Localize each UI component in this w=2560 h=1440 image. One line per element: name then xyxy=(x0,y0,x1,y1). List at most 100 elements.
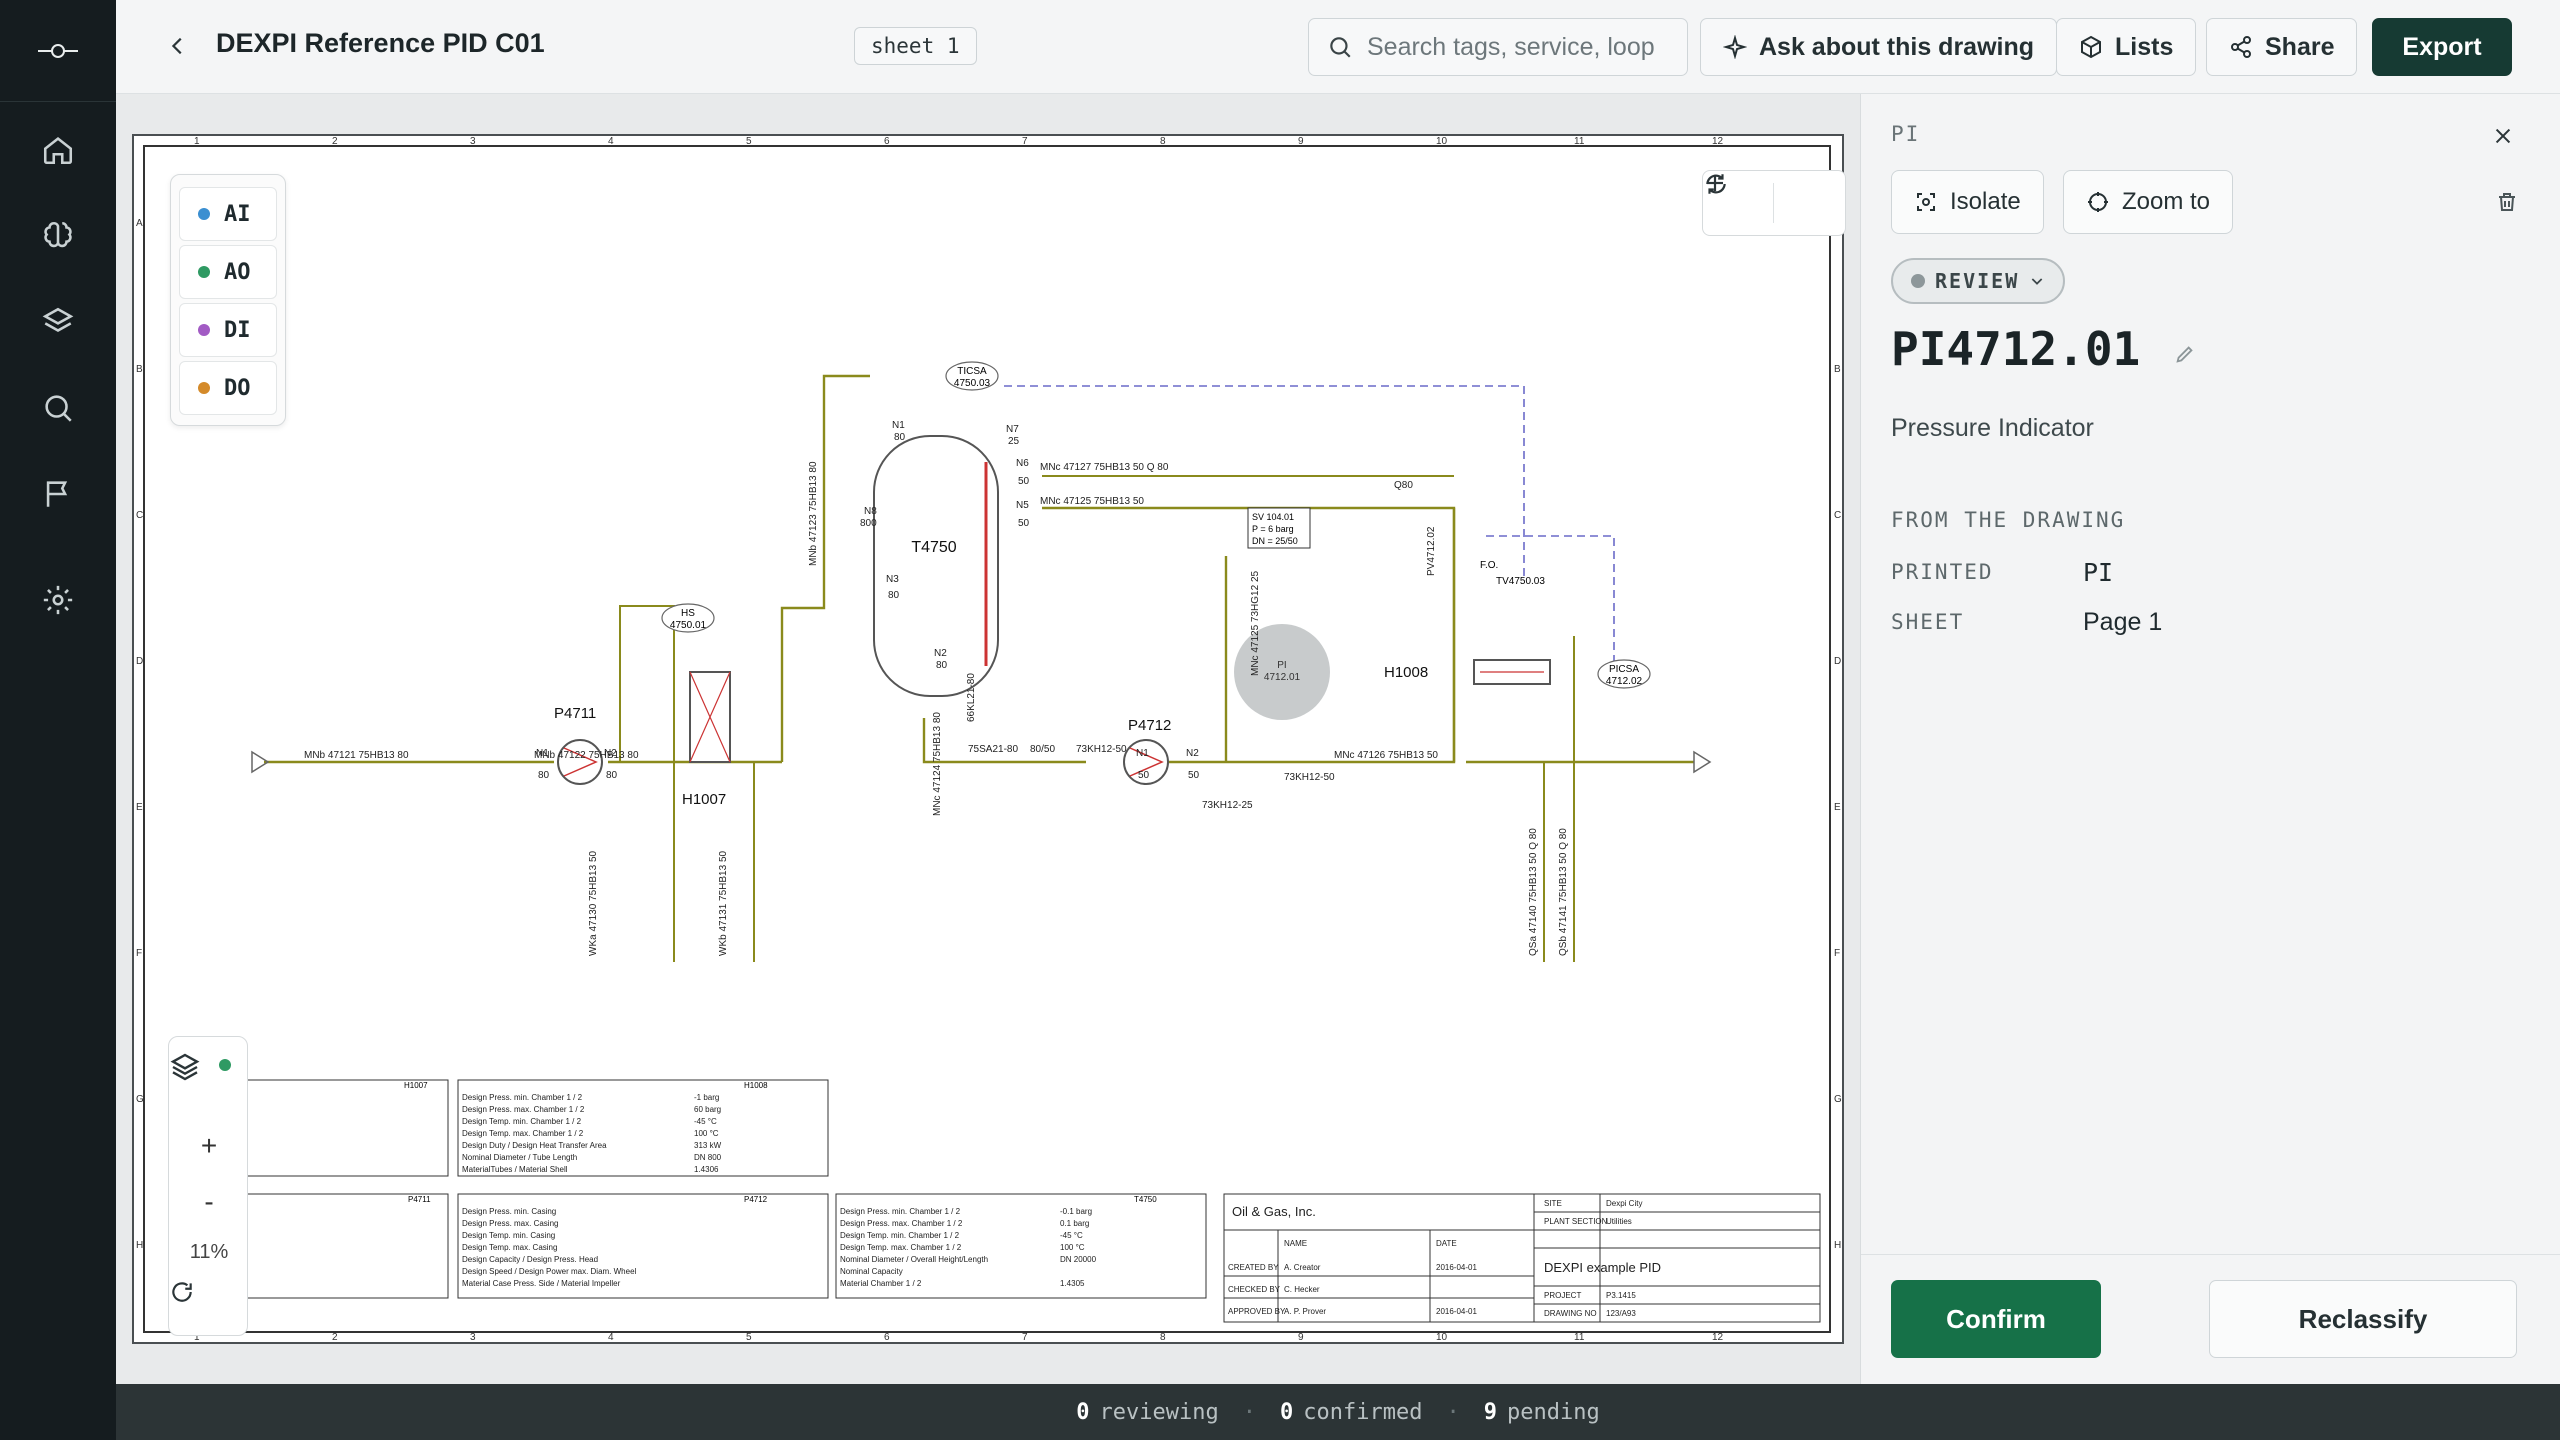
legend-item-di[interactable]: DI xyxy=(179,303,277,357)
datasheet-row: Design Press. max. Casing xyxy=(462,1219,558,1228)
trash-icon[interactable] xyxy=(2489,184,2525,220)
pid-sheet[interactable]: 112233445566778899101011111212AABBCCDDEE… xyxy=(132,134,1846,1344)
svg-text:MNc 47125 75HB13 50: MNc 47125 75HB13 50 xyxy=(1040,496,1144,507)
svg-text:DATE: DATE xyxy=(1436,1239,1457,1248)
left-rail xyxy=(0,0,116,1440)
instrument-pi-selected[interactable]: PI 4712.01 xyxy=(1234,624,1330,720)
legend-label: DO xyxy=(224,375,251,401)
datasheet-row: Design Press. min. Casing xyxy=(462,1207,556,1216)
grid-col-label: 4 xyxy=(608,1332,614,1342)
grid-col-label: 3 xyxy=(470,136,476,147)
zoom-to-button[interactable]: Zoom to xyxy=(2063,170,2234,234)
pid-drawing[interactable]: 112233445566778899101011111212AABBCCDDEE… xyxy=(134,136,1842,1342)
sheet-label: SHEET xyxy=(1891,610,1965,634)
review-status-dropdown[interactable]: REVIEW xyxy=(1891,258,2066,304)
signal-legend: AI AO DI DO xyxy=(170,174,286,426)
grid-col-label: 3 xyxy=(470,1332,476,1342)
svg-text:SV 104.01: SV 104.01 xyxy=(1252,512,1294,522)
chevron-down-icon xyxy=(2031,278,2043,285)
drawing-canvas[interactable]: 112233445566778899101011111212AABBCCDDEE… xyxy=(116,94,1860,1384)
grid-row-label: A xyxy=(136,218,143,229)
share-icon xyxy=(2231,36,2251,58)
svg-text:MNb 47123 75HB13 80: MNb 47123 75HB13 80 xyxy=(808,461,819,566)
datasheet-row: Nominal Capacity xyxy=(840,1267,903,1276)
grid-row-label: B xyxy=(1834,364,1841,375)
svg-text:80: 80 xyxy=(888,590,900,601)
confirm-button[interactable]: Confirm xyxy=(1891,1280,2101,1358)
zoom-out-button[interactable]: - xyxy=(169,1177,249,1227)
top-bar: DEXPI Reference PID C01 sheet 1 Ask abou… xyxy=(116,0,2560,94)
tb-drawing: DEXPI example PID xyxy=(1544,1260,1661,1275)
datasheet-row: Design Temp. max. Casing xyxy=(462,1243,557,1252)
svg-text:MNc 47125 73HG12 25: MNc 47125 73HG12 25 xyxy=(1250,570,1261,676)
status-dot xyxy=(1911,274,1925,288)
legend-item-ai[interactable]: AI xyxy=(179,187,277,241)
tv-label: TV4750.03 xyxy=(1496,576,1545,587)
home-icon[interactable] xyxy=(38,130,78,170)
status-label: REVIEW xyxy=(1935,269,2020,293)
pending-stat: 9 pending xyxy=(1483,1399,1600,1425)
datasheet-row: MaterialTubes / Material Shell xyxy=(462,1165,568,1174)
tag-title: PI4712.01 xyxy=(1891,322,2196,376)
layers-icon[interactable] xyxy=(38,302,78,342)
isolate-label: Isolate xyxy=(1950,188,2021,215)
lists-label: Lists xyxy=(2115,32,2174,61)
svg-text:73KH12-25: 73KH12-25 xyxy=(1202,800,1253,811)
datasheet-row: Design Capacity / Design Press. Head xyxy=(462,1255,598,1264)
pump-p4712-label: P4712 xyxy=(1128,717,1171,734)
grid-row-label: F xyxy=(136,948,142,959)
zoom-to-label: Zoom to xyxy=(2122,188,2211,215)
datasheet-value: 313 kW xyxy=(694,1141,722,1150)
grid-col-label: 2 xyxy=(332,1332,338,1342)
legend-item-ao[interactable]: AO xyxy=(179,245,277,299)
export-button[interactable]: Export xyxy=(2372,18,2512,76)
hx-h1007-label: H1007 xyxy=(682,791,726,808)
close-icon[interactable] xyxy=(2485,118,2521,154)
search-icon[interactable] xyxy=(38,388,78,428)
reclassify-button[interactable]: Reclassify xyxy=(2209,1280,2517,1358)
legend-item-do[interactable]: DO xyxy=(179,361,277,415)
svg-text:73KH12-50: 73KH12-50 xyxy=(1076,744,1127,755)
datasheet-row: Nominal Diameter / Overall Height/Length xyxy=(840,1255,988,1264)
datasheet-value: DN 20000 xyxy=(1060,1255,1097,1264)
brain-icon[interactable] xyxy=(38,216,78,256)
detail-panel: PI Isolate Zoom to REVIEW PI4712.01 Pres… xyxy=(1860,94,2560,1384)
svg-text:APPROVED BY: APPROVED BY xyxy=(1228,1307,1286,1316)
svg-text:TICSA: TICSA xyxy=(957,366,987,377)
svg-text:50: 50 xyxy=(1138,770,1150,781)
zoom-in-button[interactable]: + xyxy=(169,1121,249,1171)
svg-text:4750.01: 4750.01 xyxy=(670,620,707,631)
ask-about-drawing-button[interactable]: Ask about this drawing xyxy=(1700,18,2058,76)
svg-text:2016-04-01: 2016-04-01 xyxy=(1436,1307,1477,1316)
datasheet-row: Design Press. max. Chamber 1 / 2 xyxy=(462,1105,585,1114)
share-button[interactable]: Share xyxy=(2206,18,2358,76)
settings-gear-icon[interactable] xyxy=(38,580,78,620)
svg-text:PROJECT: PROJECT xyxy=(1544,1291,1581,1300)
isolate-button[interactable]: Isolate xyxy=(1891,170,2044,234)
printed-label: PRINTED xyxy=(1891,560,1994,584)
svg-text:DRAWING NO: DRAWING NO xyxy=(1544,1309,1597,1318)
reset-view-icon[interactable] xyxy=(169,1279,249,1329)
datasheet-value: -1 barg xyxy=(694,1093,719,1102)
search-box[interactable] xyxy=(1308,18,1688,76)
svg-text:80: 80 xyxy=(538,770,550,781)
svg-text:A. P. Prover: A. P. Prover xyxy=(1284,1307,1326,1316)
datasheet-row: Design Temp. min. Chamber 1 / 2 xyxy=(840,1231,960,1240)
refresh-icon[interactable] xyxy=(1706,174,1836,225)
sheet-selector[interactable]: sheet 1 xyxy=(854,27,977,65)
back-chevron-icon[interactable] xyxy=(160,28,196,64)
datasheet-row: Design Temp. min. Chamber 1 / 2 xyxy=(462,1117,582,1126)
legend-dot xyxy=(198,324,210,336)
grid-row-label: G xyxy=(1834,1094,1842,1105)
printed-value: PI xyxy=(2083,558,2114,587)
legend-label: DI xyxy=(224,317,251,343)
edit-pencil-icon[interactable] xyxy=(2174,343,2196,365)
svg-text:N8: N8 xyxy=(864,506,877,517)
search-input[interactable] xyxy=(1367,32,1667,62)
flag-icon[interactable] xyxy=(38,474,78,514)
layers-toggle-icon[interactable] xyxy=(169,1051,249,1101)
section-title: FROM THE DRAWING xyxy=(1891,508,2126,532)
tb-company: Oil & Gas, Inc. xyxy=(1232,1204,1316,1219)
lists-button[interactable]: Lists xyxy=(2056,18,2197,76)
svg-text:PV4712.02: PV4712.02 xyxy=(1426,526,1437,576)
